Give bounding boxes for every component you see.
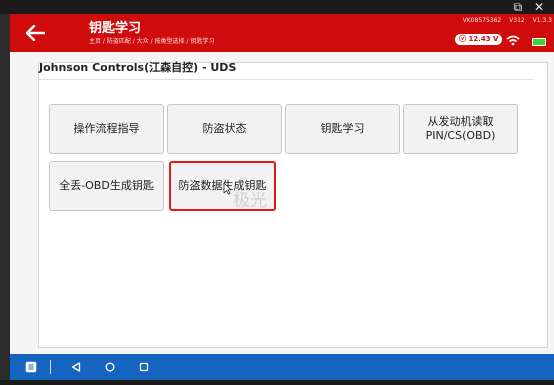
key-learning-button[interactable]: 钥匙学习	[285, 104, 400, 154]
device-info: VK08575362 V312 V1.3.3	[463, 17, 554, 25]
version-b: V1.3.3	[532, 17, 552, 24]
voltage-value: 12.43 V	[468, 35, 499, 43]
home-circle-icon	[105, 362, 115, 372]
back-arrow-icon	[25, 25, 45, 41]
voltage-badge: ⓥ 12.43 V	[455, 34, 503, 45]
back-button[interactable]	[10, 14, 60, 52]
device-top-bar: ⧉ ✕	[0, 0, 554, 14]
recents-square-icon	[139, 362, 149, 372]
device-bottom-bezel	[0, 380, 554, 385]
window-controls[interactable]: ⧉ ✕	[514, 0, 548, 14]
header-bar: 钥匙学习 主页 / 防盗匹配 / 大众 / 按类型选择 / 钥匙学习 VK085…	[10, 14, 554, 52]
section-title: Johnson Controls(江森自控) - UDS	[39, 61, 237, 74]
wifi-icon	[506, 35, 520, 46]
operation-guide-button[interactable]: 操作流程指导	[49, 104, 164, 154]
mouse-cursor-icon	[223, 182, 232, 195]
nav-home-button[interactable]	[105, 354, 115, 380]
page-title: 钥匙学习	[89, 21, 142, 36]
all-keys-lost-obd-button[interactable]: 全丢-OBD生成钥匙	[49, 161, 164, 211]
version-a: V312	[509, 17, 525, 24]
battery-icon	[532, 38, 546, 46]
read-pin-cs-button[interactable]: 从发动机读取PIN/CS(OBD)	[403, 104, 518, 154]
app-switch-button[interactable]	[25, 354, 37, 380]
system-nav-bar	[10, 354, 554, 380]
serial-number: VK08575362	[462, 17, 502, 24]
breadcrumb: 主页 / 防盗匹配 / 大众 / 按类型选择 / 钥匙学习	[89, 38, 215, 45]
divider	[39, 79, 533, 80]
immo-status-button[interactable]: 防盗状态	[167, 104, 282, 154]
nav-recents-button[interactable]	[139, 354, 149, 380]
back-triangle-icon	[71, 362, 81, 372]
voltage-icon: ⓥ	[459, 35, 466, 43]
nav-divider	[50, 354, 51, 380]
app-switch-icon	[25, 361, 37, 373]
nav-back-button[interactable]	[71, 354, 81, 380]
